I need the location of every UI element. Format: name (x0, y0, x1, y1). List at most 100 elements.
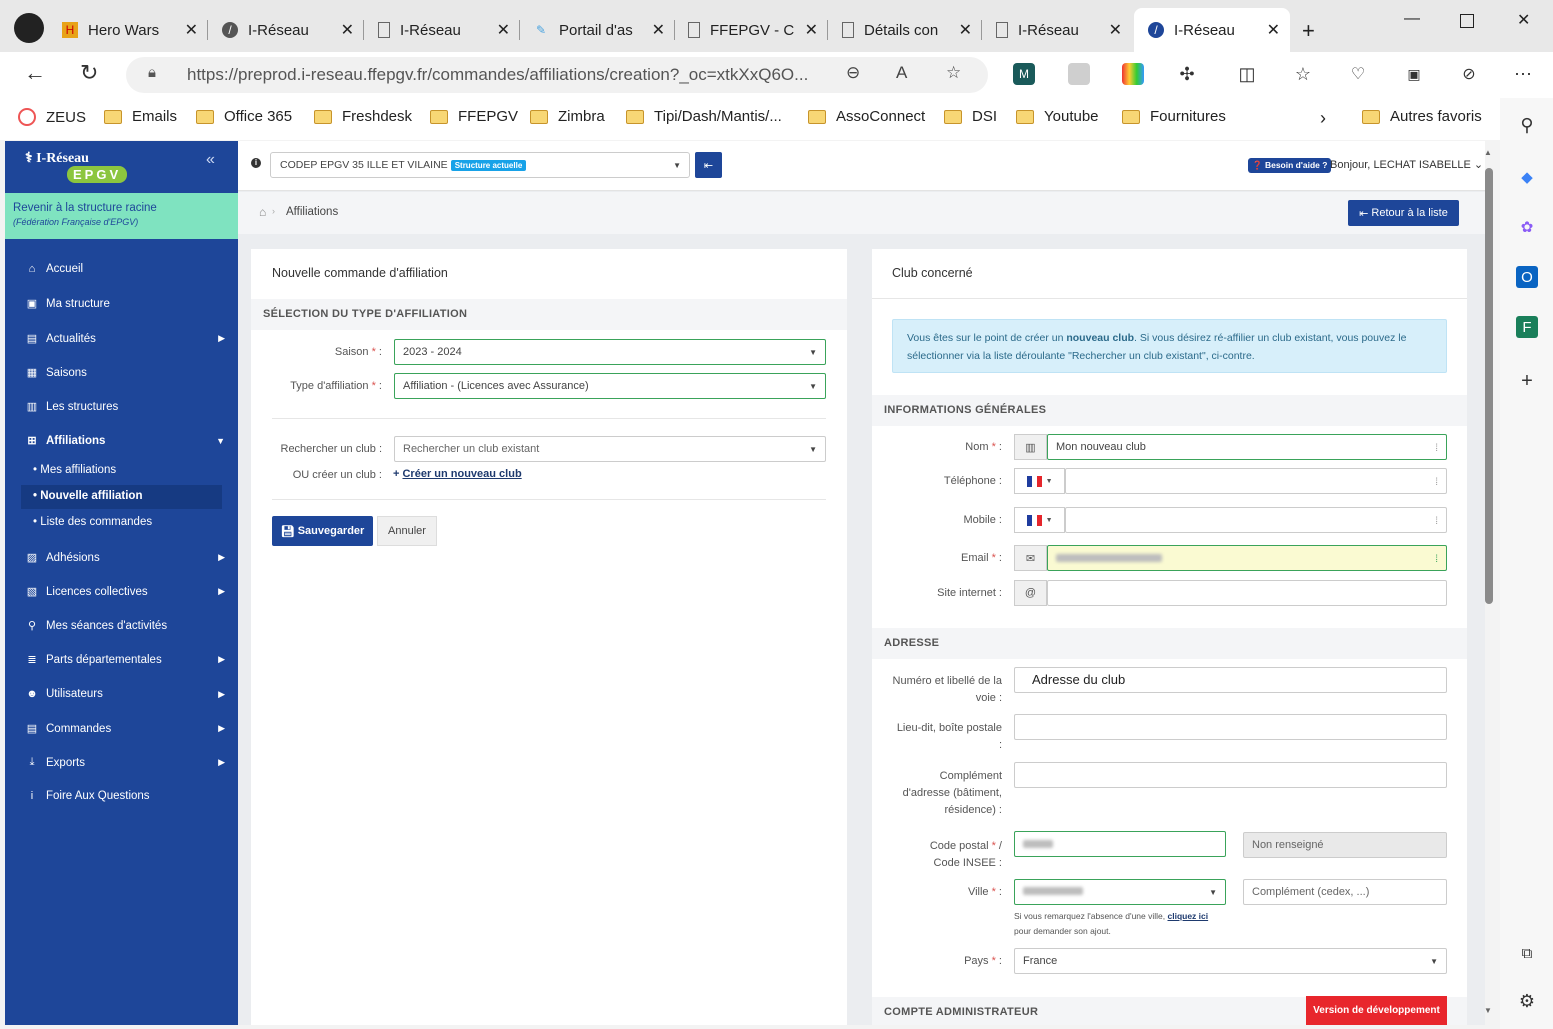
tab-ffepgv[interactable]: FFEPGV - C ✕ (688, 8, 828, 52)
root-structure-link[interactable]: Revenir à la structure racine (Fédératio… (5, 193, 238, 239)
extension-icon[interactable]: M (1013, 63, 1035, 85)
profile-avatar[interactable] (14, 13, 44, 43)
sidebar-subitem-nouvelle-affiliation[interactable]: • Nouvelle affiliation (33, 490, 142, 502)
minimize-icon[interactable]: — (1404, 10, 1420, 28)
bookmark-zeus[interactable]: ZEUS (18, 108, 86, 126)
search-club-select[interactable]: Rechercher un club existant ▼ (394, 436, 826, 462)
sidebar-item-saisons[interactable]: ▦ Saisons (25, 366, 225, 380)
sidebar-item-licences[interactable]: ▧ Licences collectives ▶ (25, 585, 225, 599)
collapse-sidebar-icon[interactable]: « (206, 151, 215, 169)
split-screen-icon[interactable]: ◫ (1236, 63, 1258, 85)
lieu-dit-input[interactable] (1014, 714, 1447, 740)
close-icon[interactable]: ✕ (1267, 20, 1280, 40)
complement-input[interactable] (1014, 762, 1447, 788)
extension-icon[interactable] (1122, 63, 1144, 85)
favorites-icon[interactable]: ☆ (1292, 63, 1314, 85)
sidebar-item-utilisateurs[interactable]: ☻ Utilisateurs ▶ (25, 688, 225, 700)
home-icon[interactable]: ⌂ (259, 205, 266, 219)
collections-icon[interactable]: ⊘ (1458, 63, 1480, 85)
maximize-icon[interactable] (1460, 14, 1474, 28)
sidebar-item-exports[interactable]: ⤓ Exports ▶ (25, 756, 225, 769)
close-icon[interactable]: ✕ (652, 20, 665, 40)
scrollbar-thumb[interactable] (1485, 168, 1493, 604)
close-icon[interactable]: ✕ (959, 20, 972, 40)
sidebar-item-commandes[interactable]: ▤ Commandes ▶ (25, 722, 225, 736)
sidebar-item-affiliations[interactable]: ⊞ Affiliations ▼ (25, 434, 225, 448)
bookmark-folder[interactable]: Tipi/Dash/Mantis/... (626, 108, 782, 125)
sidebar-item-structures[interactable]: ▥ Les structures (25, 400, 225, 414)
bookmark-folder[interactable]: AssoConnect (808, 108, 925, 125)
close-icon[interactable]: ✕ (185, 20, 198, 40)
sidebar-item-actualites[interactable]: ▤ Actualités ▶ (25, 332, 225, 346)
save-button[interactable]: 💾︎ Sauvegarder (272, 516, 373, 546)
close-icon[interactable]: ✕ (497, 20, 510, 40)
scroll-down-icon[interactable]: ▼ (1484, 1006, 1492, 1015)
close-icon[interactable]: ✕ (805, 20, 818, 40)
affiliation-type-select[interactable]: Affiliation - (Licences avec Assurance) ▼ (394, 373, 826, 399)
bookmark-folder[interactable]: FFEPGV (430, 108, 518, 125)
close-icon[interactable]: ✕ (341, 20, 354, 40)
telephone-input[interactable]: ⁞ (1065, 468, 1447, 494)
extension-icon[interactable] (1068, 63, 1090, 85)
close-window-icon[interactable]: ✕ (1517, 10, 1530, 30)
mobile-input[interactable]: ⁞ (1065, 507, 1447, 533)
user-menu[interactable]: Bonjour, LECHAT ISABELLE ⌄ (1330, 158, 1483, 171)
url-bar[interactable]: 🔒︎ https://preprod.i-reseau.ffepgv.fr/co… (126, 57, 988, 93)
add-icon[interactable]: + (1516, 370, 1538, 392)
tab-ireseau-3[interactable]: I-Réseau ✕ (996, 8, 1132, 52)
tab-details[interactable]: Détails con ✕ (842, 8, 982, 52)
bookmark-folder[interactable]: Office 365 (196, 108, 292, 125)
cancel-button[interactable]: Annuler (377, 516, 437, 546)
structure-select[interactable]: CODEP EPGV 35 ILLE ET VILAINE Structure a… (270, 152, 690, 178)
bookmark-folder[interactable]: Youtube (1016, 108, 1099, 125)
tab-ireseau-1[interactable]: / I-Réseau ✕ (222, 8, 364, 52)
external-link-icon[interactable]: ⧉ (1516, 942, 1538, 964)
bookmark-folder[interactable]: Freshdesk (314, 108, 412, 125)
chevron-right-icon[interactable]: › (1320, 108, 1326, 129)
create-club-link[interactable]: + Créer un nouveau club (393, 468, 522, 480)
help-button[interactable]: ❓ Besoin d'aide ? (1248, 158, 1332, 173)
forms-icon[interactable]: F (1516, 316, 1538, 338)
back-to-list-button[interactable]: ⇤ Retour à la liste (1348, 200, 1459, 226)
sidebar-item-ma-structure[interactable]: ▣ Ma structure (25, 297, 225, 311)
sidebar-item-parts[interactable]: ≣ Parts départementales ▶ (25, 653, 225, 667)
bookmark-other[interactable]: Autres favoris (1362, 108, 1482, 125)
search-icon[interactable]: ⚲ (1516, 114, 1538, 136)
scroll-up-icon[interactable]: ▲ (1484, 148, 1492, 157)
bookmark-folder[interactable]: DSI (944, 108, 997, 125)
tab-ireseau-2[interactable]: I-Réseau ✕ (378, 8, 520, 52)
new-tab-icon[interactable]: + (1302, 18, 1315, 44)
ville-complement-input[interactable]: Complément (cedex, ...) (1243, 879, 1447, 905)
close-icon[interactable]: ✕ (1109, 20, 1122, 40)
sidebar-item-accueil[interactable]: ⌂ Accueil (25, 263, 225, 275)
bookmark-folder[interactable]: Emails (104, 108, 177, 125)
pays-select[interactable]: France ▼ (1014, 948, 1447, 974)
copilot-icon[interactable]: ✿ (1516, 216, 1538, 238)
sidebar-item-seances[interactable]: ⚲ Mes séances d'activités (25, 619, 225, 633)
sidebar-subitem-mes-affiliations[interactable]: • Mes affiliations (33, 464, 116, 476)
country-flag-select[interactable]: ▼ (1014, 468, 1065, 494)
website-input[interactable] (1047, 580, 1447, 606)
math-solver-icon[interactable]: ▣ (1403, 63, 1425, 85)
more-menu-icon[interactable]: ⋯ (1512, 63, 1534, 85)
saison-select[interactable]: 2023 - 2024 ▼ (394, 339, 826, 365)
tab-portail[interactable]: ✎ Portail d'as ✕ (533, 8, 675, 52)
sidebar-subitem-liste-commandes[interactable]: • Liste des commandes (33, 516, 152, 528)
tab-ireseau-active[interactable]: / I-Réseau ✕ (1134, 8, 1290, 52)
settings-gear-icon[interactable]: ⚙ (1516, 990, 1538, 1012)
switch-structure-button[interactable]: ⇤ (695, 152, 722, 178)
country-flag-select[interactable]: ▼ (1014, 507, 1065, 533)
refresh-icon[interactable]: ↻ (80, 60, 98, 86)
outlook-icon[interactable]: O (1516, 266, 1538, 288)
sidebar-item-adhesions[interactable]: ▨ Adhésions ▶ (25, 551, 225, 565)
back-icon[interactable]: ← (24, 60, 46, 86)
tab-hero-wars[interactable]: H Hero Wars ✕ (62, 8, 208, 52)
request-city-link[interactable]: cliquez ici (1168, 911, 1209, 921)
sidebar-item-faq[interactable]: i Foire Aux Questions (25, 790, 225, 802)
shopping-tag-icon[interactable]: ◆ (1516, 166, 1538, 188)
bookmark-folder[interactable]: Fournitures (1122, 108, 1226, 125)
browser-essentials-icon[interactable]: ♡ (1347, 63, 1369, 85)
extensions-puzzle-icon[interactable]: ✣ (1176, 63, 1198, 85)
street-input[interactable]: Adresse du club (1014, 667, 1447, 693)
club-name-input[interactable]: Mon nouveau club ⁞ (1047, 434, 1447, 460)
